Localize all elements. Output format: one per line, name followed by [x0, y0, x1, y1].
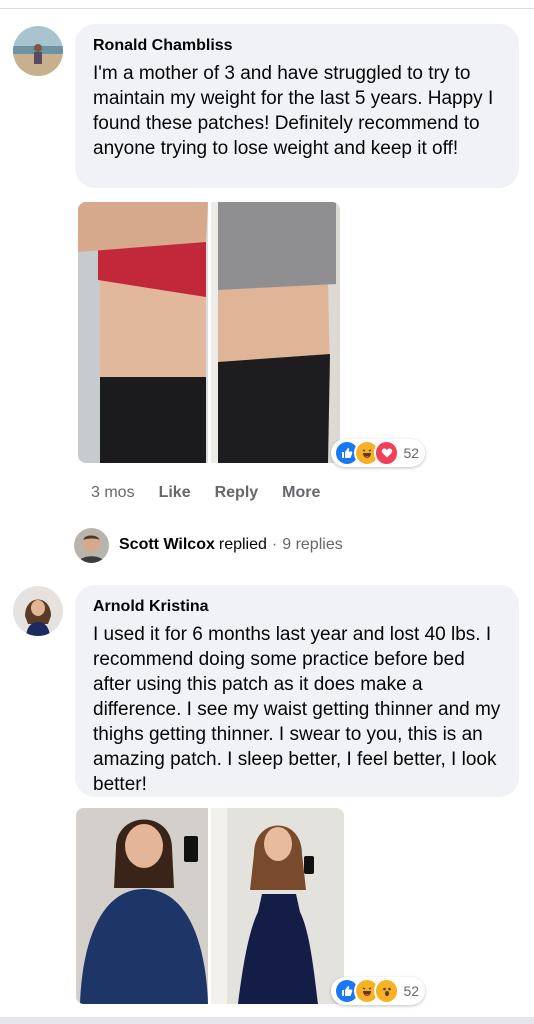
bottom-divider: [0, 1017, 534, 1024]
wow-icon: [373, 978, 400, 1004]
replier-name: Scott Wilcox: [119, 536, 215, 553]
love-icon: [373, 440, 400, 466]
commenter-avatar[interactable]: [13, 586, 63, 636]
comment-bubble: Ronald Chambliss I'm a mother of 3 and h…: [75, 24, 519, 188]
reaction-count: 52: [403, 445, 420, 461]
comment-text: I used it for 6 months last year and los…: [93, 624, 501, 795]
comment-photo[interactable]: [78, 202, 340, 463]
comment-actions: 3 mos Like Reply More: [91, 484, 344, 502]
top-divider: [0, 8, 534, 9]
comment-bubble: Arnold Kristina I used it for 6 months l…: [75, 585, 519, 797]
replied-label: replied: [218, 536, 267, 553]
reply-button[interactable]: Reply: [215, 484, 259, 502]
comment-author[interactable]: Arnold Kristina: [93, 597, 501, 617]
reaction-summary[interactable]: 52: [331, 977, 425, 1005]
replier-avatar[interactable]: [74, 528, 109, 563]
reply-count: 9 replies: [282, 536, 343, 553]
comment-timestamp[interactable]: 3 mos: [91, 484, 135, 502]
separator-dot: ·: [271, 536, 278, 553]
view-replies-link[interactable]: Scott Wilcox replied · 9 replies: [119, 536, 343, 554]
comment-text: I'm a mother of 3 and have struggled to …: [93, 63, 494, 159]
comment-author[interactable]: Ronald Chambliss: [93, 36, 501, 56]
like-button[interactable]: Like: [159, 484, 191, 502]
comment-photo[interactable]: [76, 808, 344, 1004]
reaction-count: 52: [403, 983, 420, 999]
commenter-avatar[interactable]: [13, 26, 63, 76]
reaction-summary[interactable]: 52: [331, 439, 425, 467]
more-button[interactable]: More: [282, 484, 320, 502]
